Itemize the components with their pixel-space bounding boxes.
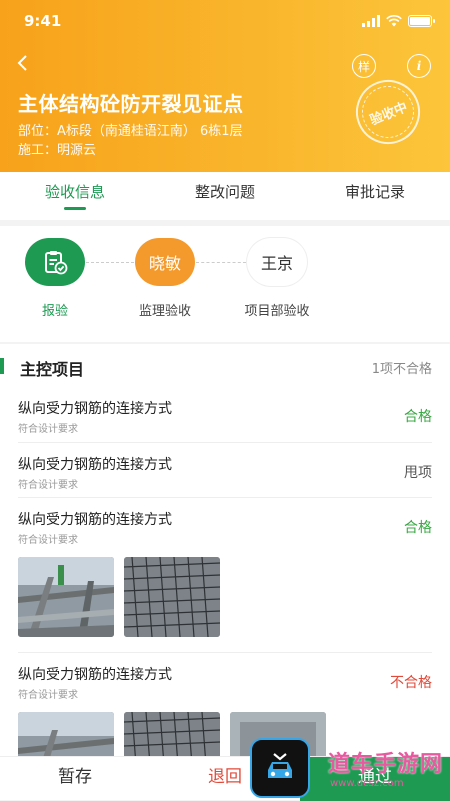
item-result: 合格 <box>404 409 432 425</box>
rebar-photo <box>124 557 220 637</box>
location-text: 部位：A标段（南通桂语江南） 6栋1层 <box>18 124 243 139</box>
status-stamp: 验收中 <box>346 70 430 154</box>
rebar-photo <box>124 712 220 756</box>
item-name: 纵向受力钢筋的连接方式 <box>18 512 172 528</box>
step-label: 项目部验收 <box>244 304 310 319</box>
sample-button[interactable]: 样 <box>352 54 376 78</box>
item-name: 纵向受力钢筋的连接方式 <box>18 457 172 473</box>
divider <box>18 497 432 498</box>
photo-thumbnail[interactable] <box>18 712 114 756</box>
info-button[interactable]: i <box>407 54 431 78</box>
approval-steps: 报验 晓敏 监理验收 王京 项目部验收 <box>0 226 450 342</box>
divider <box>18 442 432 443</box>
save-draft-button[interactable]: 暂存 <box>0 757 150 801</box>
photo-thumbnail[interactable] <box>124 712 220 756</box>
list-item[interactable]: 纵向受力钢筋的连接方式 符合设计要求 不合格 <box>0 664 450 756</box>
step-label: 监理验收 <box>138 304 191 319</box>
list-item[interactable]: 纵向受力钢筋的连接方式 符合设计要求 甩项 <box>0 454 450 498</box>
photo-thumbnail[interactable] <box>124 557 220 637</box>
battery-icon <box>408 15 435 27</box>
page-header: 9:41 样 i 主体结构砼防开裂见证点 部位：A标段（南通桂语江南） 6栋1层… <box>0 0 450 172</box>
item-result: 甩项 <box>404 465 432 481</box>
item-subtitle: 符合设计要求 <box>18 535 78 546</box>
back-button[interactable] <box>16 54 36 78</box>
tab-inspection-info[interactable]: 验收信息 <box>0 172 150 220</box>
car-icon <box>268 753 292 778</box>
step-label: 报验 <box>41 304 68 319</box>
tab-approval-records[interactable]: 审批记录 <box>300 172 450 220</box>
main-control-section: 主控项目 1项不合格 纵向受力钢筋的连接方式 符合设计要求 合格 纵向受力钢筋的… <box>0 344 450 756</box>
step-submit: 报验 <box>0 238 110 319</box>
item-subtitle: 符合设计要求 <box>18 424 78 435</box>
stamp-text: 验收中 <box>367 99 410 129</box>
status-bar: 9:41 <box>24 8 435 34</box>
step-avatar: 晓敏 <box>135 238 195 286</box>
contractor-text: 施工：明源云 <box>18 143 97 158</box>
list-item[interactable]: 纵向受力钢筋的连接方式 符合设计要求 合格 <box>0 398 450 442</box>
watermark-text: 道车手游网 <box>328 752 444 777</box>
step-supervisor: 晓敏 监理验收 <box>110 238 220 319</box>
item-result: 合格 <box>404 520 432 536</box>
clipboard-check-icon <box>45 251 68 275</box>
construction-photo <box>18 712 114 756</box>
item-subtitle: 符合设计要求 <box>18 480 78 491</box>
watermark-url: www.dcsz.com <box>330 778 404 789</box>
watermark-logo-icon <box>250 738 310 798</box>
step-circle <box>25 238 85 286</box>
item-subtitle: 符合设计要求 <box>18 690 78 701</box>
section-accent-bar <box>0 358 4 374</box>
item-result: 不合格 <box>390 675 432 691</box>
chevron-left-icon <box>17 55 27 71</box>
divider <box>18 652 432 653</box>
section-header: 主控项目 1项不合格 <box>0 344 450 388</box>
status-time: 9:41 <box>24 12 62 30</box>
item-name: 纵向受力钢筋的连接方式 <box>18 401 172 417</box>
photo-thumbnail[interactable] <box>18 557 114 637</box>
step-avatar: 王京 <box>247 238 307 286</box>
section-title: 主控项目 <box>20 360 85 379</box>
page-title: 主体结构砼防开裂见证点 <box>18 92 244 116</box>
tab-rectification-issues[interactable]: 整改问题 <box>150 172 300 220</box>
status-icons <box>362 15 435 27</box>
signal-icon <box>362 15 380 27</box>
item-name: 纵向受力钢筋的连接方式 <box>18 667 172 683</box>
list-item[interactable]: 纵向受力钢筋的连接方式 符合设计要求 合格 <box>0 509 450 649</box>
construction-photo <box>18 557 114 637</box>
wifi-icon <box>386 15 402 27</box>
step-project: 王京 项目部验收 <box>222 238 332 319</box>
tab-bar: 验收信息 整改问题 审批记录 <box>0 172 450 220</box>
section-count: 1项不合格 <box>371 362 432 377</box>
